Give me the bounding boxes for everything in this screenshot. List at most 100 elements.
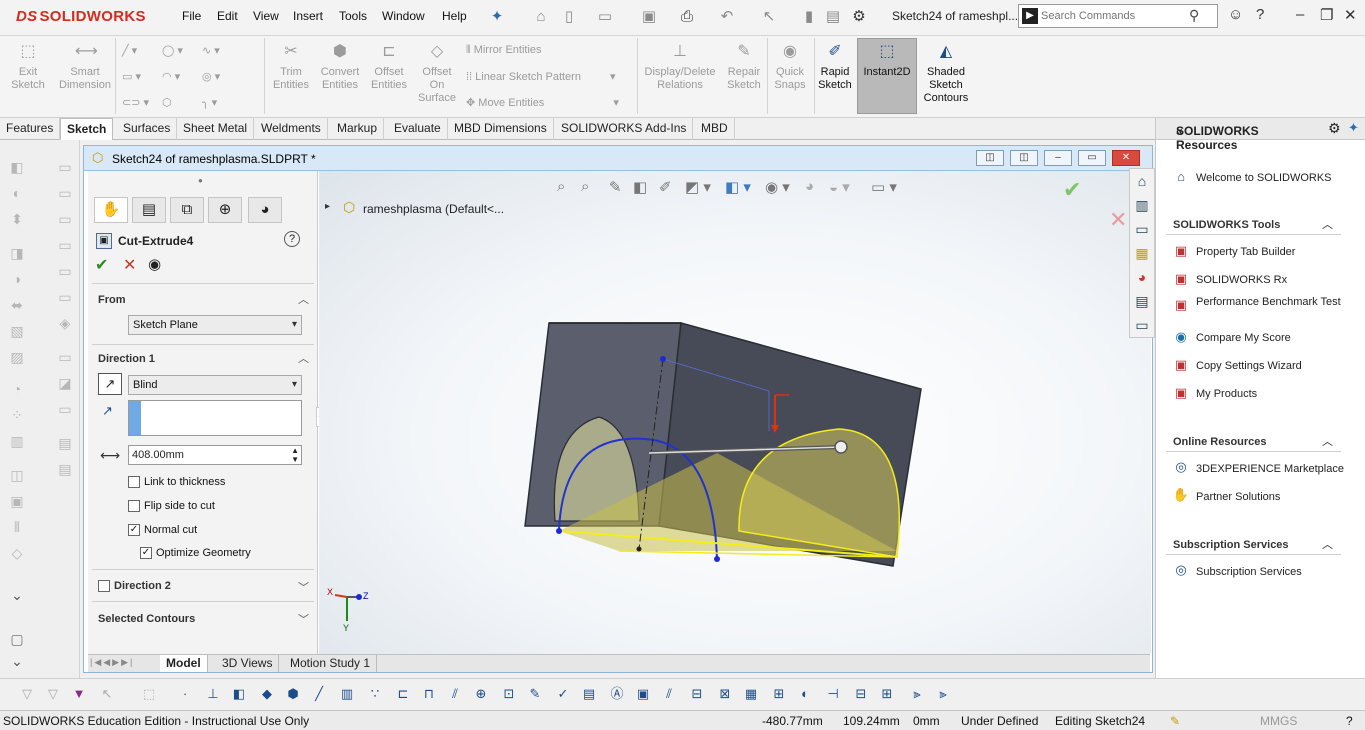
help-icon[interactable]: ? (1256, 6, 1264, 23)
trim-entities-button[interactable]: ✂ Trim Entities (270, 42, 312, 92)
direction1-section-title[interactable]: Direction 1 (98, 353, 155, 365)
dimxpert-tab-icon[interactable]: ⊕ (208, 197, 242, 223)
shell-icon[interactable]: ▣ (8, 492, 26, 510)
fillet-icon[interactable]: ◔ (8, 380, 26, 398)
polygon-tool-icon[interactable]: ⬡ (162, 96, 172, 109)
print-icon[interactable]: ⎙ (678, 8, 696, 26)
minimize-icon[interactable]: – (1296, 6, 1304, 23)
compare-my-score-link[interactable]: Compare My Score (1196, 332, 1346, 345)
from-select[interactable]: Sketch Plane ▾ (128, 315, 302, 335)
instant2d-button[interactable]: ⬚ Instant2D (858, 42, 916, 79)
lofted-cut-icon[interactable]: ▧ (8, 322, 26, 340)
preview-eye-icon[interactable]: ◉ (148, 255, 161, 273)
filter-weld-symbols-icon[interactable]: ⫽ (660, 685, 678, 703)
link-to-thickness-checkbox[interactable]: Link to thickness (128, 476, 225, 489)
direction-selection-box[interactable] (128, 400, 302, 436)
filter-dowel-icon[interactable]: ⊣ (824, 685, 842, 703)
doc-minimize-button[interactable]: – (1044, 150, 1072, 166)
tab-mbd[interactable]: MBD (695, 118, 735, 140)
mass-properties-icon[interactable]: ▭ (56, 400, 74, 418)
doc-restore-button[interactable]: ▭ (1078, 150, 1106, 166)
solidworks-logo[interactable]: DS SOLIDWORKS (16, 8, 146, 25)
tab-scroll-arrows-icon[interactable]: |◀◀▶▶| (90, 657, 134, 668)
revolved-boss-icon[interactable]: ◐ (8, 184, 26, 202)
end-condition-select[interactable]: Blind ▾ (128, 375, 302, 395)
swept-cut-icon[interactable]: ⬌ (8, 296, 26, 314)
sketch-icon[interactable]: ▭ (56, 158, 74, 176)
revolved-cut-icon[interactable]: ◑ (8, 270, 26, 288)
search-icon[interactable]: ⚲ (1189, 7, 1199, 24)
cancel-x-icon[interactable]: ✕ (123, 255, 136, 275)
graphics-area[interactable]: ▸ ⬡ rameshplasma (Default<... ⌕ ⌕ ✎ ◧ ✐ … (319, 171, 1151, 654)
tab-sketch[interactable]: Sketch (60, 118, 114, 140)
axis-icon[interactable]: ▭ (56, 236, 74, 254)
display-delete-relations-button[interactable]: ⊥ Display/Delete Relations (640, 42, 720, 92)
filter-arrow-icon[interactable]: ↖ (98, 685, 116, 703)
property-tab-builder-link[interactable]: Property Tab Builder (1196, 246, 1346, 259)
undo-icon[interactable]: ↶ (718, 8, 736, 26)
tab-3d-views[interactable]: 3D Views (216, 655, 280, 672)
filter-solids-icon[interactable]: ⬢ (284, 685, 302, 703)
filter-surface-finish-icon[interactable]: ✎ (526, 685, 544, 703)
filter-vertices-icon[interactable]: ∙ (176, 685, 194, 703)
split-right-icon[interactable]: ◫ (1010, 150, 1038, 166)
collapse-from-icon[interactable]: ︿ (298, 291, 309, 307)
spline-tool-icon[interactable]: ∿ ▾ (202, 44, 220, 57)
3d-sketch-icon[interactable]: ▭ (56, 184, 74, 202)
filter-invert-icon[interactable]: ⬚ (140, 685, 158, 703)
extruded-boss-icon[interactable]: ◧ (8, 158, 26, 176)
wrap-icon[interactable]: ◫ (8, 466, 26, 484)
flip-side-to-cut-checkbox[interactable]: Flip side to cut (128, 500, 215, 513)
design-library-icon[interactable]: ▥ (1130, 193, 1154, 217)
filter-edges-icon[interactable]: ⊥ (204, 685, 222, 703)
filter-clear-icon[interactable]: ▽ (44, 685, 62, 703)
copy-settings-link[interactable]: Copy Settings Wizard (1196, 360, 1346, 373)
property-manager-tab-icon[interactable]: ▤ (132, 197, 166, 223)
selected-contours-title[interactable]: Selected Contours (98, 613, 195, 625)
filter-sketch-segments-icon[interactable]: ⊏ (394, 685, 412, 703)
linear-sketch-pattern-button[interactable]: ⁞⁞ Linear Sketch Pattern ▾ (466, 70, 616, 83)
file-properties-icon[interactable]: ▤ (824, 8, 842, 26)
menu-help[interactable]: Help (442, 9, 467, 23)
my-products-link[interactable]: My Products (1196, 388, 1346, 401)
menu-edit[interactable]: Edit (217, 9, 238, 23)
tab-markup[interactable]: Markup (331, 118, 385, 140)
collapse-online-icon[interactable]: ︿ (1322, 433, 1333, 449)
menu-view[interactable]: View (253, 9, 279, 23)
shaded-sketch-contours-button[interactable]: ◭ Shaded Sketch Contours (920, 42, 972, 105)
user-icon[interactable]: ☺ (1228, 6, 1243, 23)
restore-icon[interactable]: ❐ (1320, 6, 1333, 24)
performance-benchmark-link[interactable]: Performance Benchmark Test (1196, 296, 1346, 309)
curve-icon[interactable]: ◈ (56, 314, 74, 332)
extruded-cut-icon[interactable]: ◨ (8, 244, 26, 262)
rectangle-tool-icon[interactable]: ▭ ▾ (122, 70, 141, 83)
optimize-geometry-checkbox[interactable]: ✓ Optimize Geometry (140, 547, 251, 560)
pattern-icon[interactable]: ⁘ (8, 406, 26, 424)
fillet-tool-icon[interactable]: ╮ ▾ (202, 96, 217, 109)
filter-meshes-icon[interactable]: ⫸ (908, 685, 926, 703)
direction2-checkbox[interactable]: Direction 2 (98, 580, 171, 593)
search-commands[interactable]: ▶ ⚲ (1018, 4, 1218, 28)
tab-weldments[interactable]: Weldments (255, 118, 328, 140)
line-tool-icon[interactable]: ╱ ▾ (122, 44, 137, 57)
filter-centerline-icon[interactable]: ⊕ (472, 685, 490, 703)
draft-icon[interactable]: ▤ (56, 460, 74, 478)
view-3d-icon[interactable]: ▢ (8, 630, 26, 648)
collapse-tools-icon[interactable]: ︿ (1322, 216, 1333, 232)
normal-cut-checkbox[interactable]: ✓ Normal cut (128, 524, 197, 537)
tab-motion-study-1[interactable]: Motion Study 1 (284, 655, 378, 672)
file-explorer-icon[interactable]: ▭ (1130, 217, 1154, 241)
filter-datum-icon[interactable]: ▣ (634, 685, 652, 703)
filter-faces-icon[interactable]: ◧ (230, 685, 248, 703)
filter-sketch-points-icon[interactable]: ∵ (366, 685, 384, 703)
filter-routing-icon[interactable]: ⊟ (852, 685, 870, 703)
menu-tools[interactable]: Tools (339, 9, 367, 23)
filter-toggle-icon[interactable]: ▽ (18, 685, 36, 703)
pin-icon[interactable]: ✦ (488, 8, 506, 26)
filter-datum-targets-icon[interactable]: ⊟ (688, 685, 706, 703)
tab-solidworks-add-ins[interactable]: SOLIDWORKS Add-Ins (555, 118, 694, 140)
feature-manager-tab-icon[interactable]: ✋ (94, 197, 128, 223)
quick-snaps-button[interactable]: ◉ Quick Snaps (770, 42, 810, 92)
measure-icon[interactable]: ◪ (56, 374, 74, 392)
appearances-icon[interactable]: ◕ (1130, 265, 1154, 289)
